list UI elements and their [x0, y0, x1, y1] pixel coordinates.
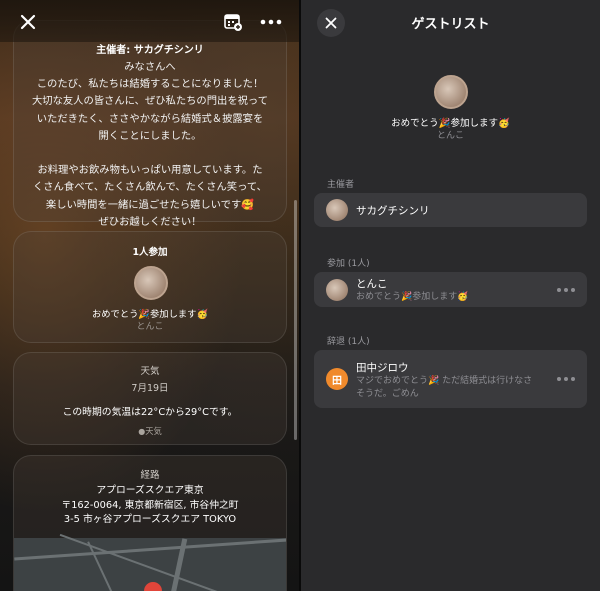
host-row[interactable]: サカグチシンリ: [314, 193, 587, 227]
more-icon[interactable]: [258, 10, 284, 34]
route-card: 経路 アプローズスクエア東京 〒162-0064, 東京都新宿区, 市谷仲之町 …: [13, 455, 287, 591]
avatar: [326, 279, 348, 301]
status-name: とんこ: [436, 131, 464, 141]
guest-row[interactable]: 田 田中ジロウ マジでおめでとう🎉 ただ結婚式は行けなさ そうだ。ごめん: [314, 350, 587, 408]
weather-date: 7月19日: [131, 383, 169, 394]
declined-section-label: 辞退 (1人): [327, 337, 370, 347]
route-address: アプローズスクエア東京 〒162-0064, 東京都新宿区, 市谷仲之町 3-5…: [61, 485, 239, 525]
top-bar: [0, 0, 299, 42]
guest-message: マジでおめでとう🎉 ただ結婚式は行けなさ そうだ。ごめん: [356, 376, 533, 399]
guest-row[interactable]: とんこ おめでとう🎉参加します🥳: [314, 272, 587, 307]
close-icon[interactable]: [16, 10, 40, 34]
weather-source: ●天気: [138, 426, 162, 436]
calendar-add-icon[interactable]: [222, 11, 244, 33]
attendance-name: とんこ: [136, 322, 164, 332]
host-section-label: 主催者: [327, 180, 355, 190]
map[interactable]: [14, 533, 286, 591]
more-icon[interactable]: [557, 287, 575, 293]
map-pin-icon: [140, 578, 166, 591]
more-icon[interactable]: [557, 376, 575, 382]
host-line: 主催者: サカグチシンリ: [96, 45, 204, 56]
route-title: 経路: [140, 470, 160, 481]
avatar: [134, 266, 168, 300]
guest-name: とんこ: [356, 278, 388, 290]
guest-name: 田中ジロウ: [356, 362, 409, 374]
status-message: おめでとう🎉参加します🥳: [391, 118, 510, 129]
guest-message: おめでとう🎉参加します🥳: [356, 292, 469, 302]
avatar: [326, 199, 348, 221]
event-detail-panel: 主催者: サカグチシンリ みなさんへ このたび、私たちは結婚することになりました…: [0, 0, 299, 591]
weather-card: 天気 7月19日 この時期の気温は22°Cから29°Cです。 ●天気: [13, 352, 287, 445]
attendance-title: 1人参加: [132, 247, 168, 258]
invitation-message-card: 主催者: サカグチシンリ みなさんへ このたび、私たちは結婚することになりました…: [13, 20, 287, 228]
host-name: サカグチシンリ: [356, 205, 430, 217]
guest-list-panel: ゲストリスト おめでとう🎉参加します🥳 とんこ 主催者 サカグチシンリ 参加 (…: [301, 0, 600, 591]
attendance-message: おめでとう🎉参加します🥳: [91, 309, 209, 320]
page-title: ゲストリスト: [411, 17, 490, 32]
attendance-card[interactable]: 1人参加 おめでとう🎉参加します🥳 とんこ: [13, 231, 287, 343]
weather-title: 天気: [140, 366, 160, 377]
avatar: 田: [326, 368, 348, 390]
avatar: [434, 75, 468, 109]
attending-section-label: 参加 (1人): [327, 259, 370, 269]
scrollbar[interactable]: [294, 200, 297, 440]
weather-text: この時期の気温は22°Cから29°Cです。: [62, 407, 238, 418]
invitation-message: みなさんへ このたび、私たちは結婚することになりました！ 大切な友人の皆さんに、…: [31, 61, 268, 228]
